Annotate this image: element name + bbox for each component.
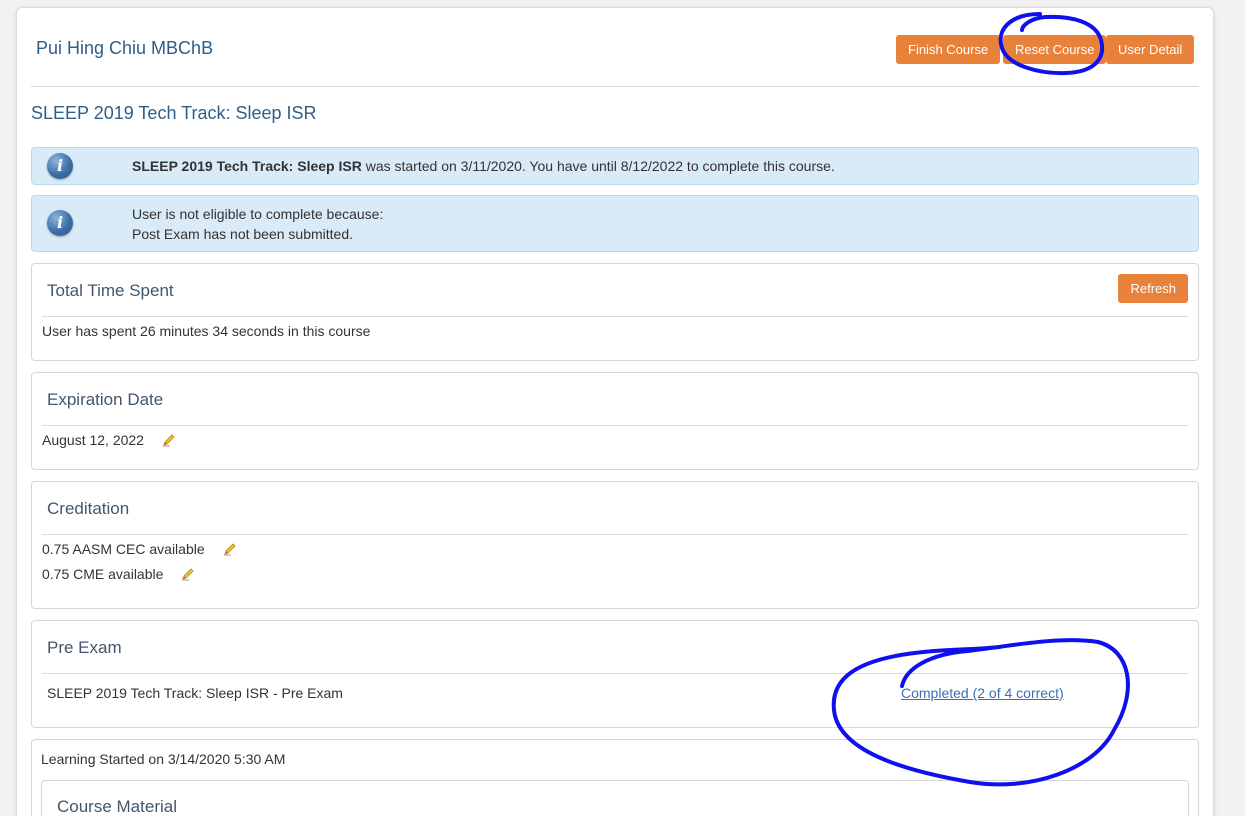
expiration-title: Expiration Date: [47, 390, 164, 409]
user-name-heading: Pui Hing Chiu MBChB: [36, 38, 214, 58]
time-spent-title: Total Time Spent: [47, 281, 174, 300]
expiration-row: August 12, 2022: [42, 432, 176, 450]
alert-course-dates: was started on 3/11/2020. You have until…: [361, 158, 835, 174]
eligibility-text: User is not eligible to complete because…: [132, 204, 383, 244]
pencil-icon[interactable]: [223, 542, 237, 559]
pre-exam-status-link[interactable]: Completed (2 of 4 correct): [901, 685, 1064, 701]
pre-exam-panel: Pre Exam SLEEP 2019 Tech Track: Sleep IS…: [31, 620, 1199, 728]
pencil-icon[interactable]: [162, 433, 176, 450]
info-icon: i: [47, 210, 73, 236]
learning-panel: Learning Started on 3/14/2020 5:30 AM Co…: [31, 739, 1199, 816]
finish-course-button[interactable]: Finish Course: [896, 35, 1001, 64]
reset-course-button[interactable]: Reset Course: [1003, 35, 1107, 64]
learning-started-text: Learning Started on 3/14/2020 5:30 AM: [41, 751, 286, 767]
info-icon: i: [47, 153, 73, 179]
credit-cme: 0.75 CME available: [42, 566, 164, 582]
creditation-title: Creditation: [47, 499, 130, 518]
panel-divider: [42, 316, 1188, 317]
refresh-button[interactable]: Refresh: [1118, 274, 1188, 303]
header-divider: [31, 86, 1199, 87]
credit-aasm: 0.75 AASM CEC available: [42, 541, 205, 557]
course-started-text: SLEEP 2019 Tech Track: Sleep ISR was sta…: [132, 156, 835, 176]
eligibility-alert: i User is not eligible to complete becau…: [31, 195, 1199, 252]
eligibility-line-2: Post Exam has not been submitted.: [132, 226, 354, 242]
pre-exam-title: Pre Exam: [47, 638, 122, 657]
time-spent-text: User has spent 26 minutes 34 seconds in …: [42, 323, 371, 339]
alert-course-name: SLEEP 2019 Tech Track: Sleep ISR: [132, 158, 362, 174]
pre-exam-name: SLEEP 2019 Tech Track: Sleep ISR - Pre E…: [47, 685, 343, 701]
user-detail-button[interactable]: User Detail: [1106, 35, 1195, 64]
course-material-title: Course Material: [57, 797, 177, 816]
expiration-date: August 12, 2022: [42, 432, 144, 448]
panel-divider: [42, 534, 1188, 535]
course-title: SLEEP 2019 Tech Track: Sleep ISR: [31, 103, 317, 123]
course-material-panel: Course Material: [41, 780, 1189, 816]
expiration-panel: Expiration Date August 12, 2022: [31, 372, 1199, 470]
creditation-panel: Creditation 0.75 AASM CEC available 0.75…: [31, 481, 1199, 609]
credit-row: 0.75 AASM CEC available: [42, 541, 237, 559]
credit-row: 0.75 CME available: [42, 566, 195, 584]
eligibility-line-1: User is not eligible to complete because…: [132, 206, 384, 222]
panel-divider: [42, 425, 1188, 426]
panel-divider: [42, 673, 1188, 674]
time-spent-panel: Total Time Spent Refresh User has spent …: [31, 263, 1199, 361]
course-started-alert: i SLEEP 2019 Tech Track: Sleep ISR was s…: [31, 147, 1199, 185]
pencil-icon[interactable]: [181, 567, 195, 584]
